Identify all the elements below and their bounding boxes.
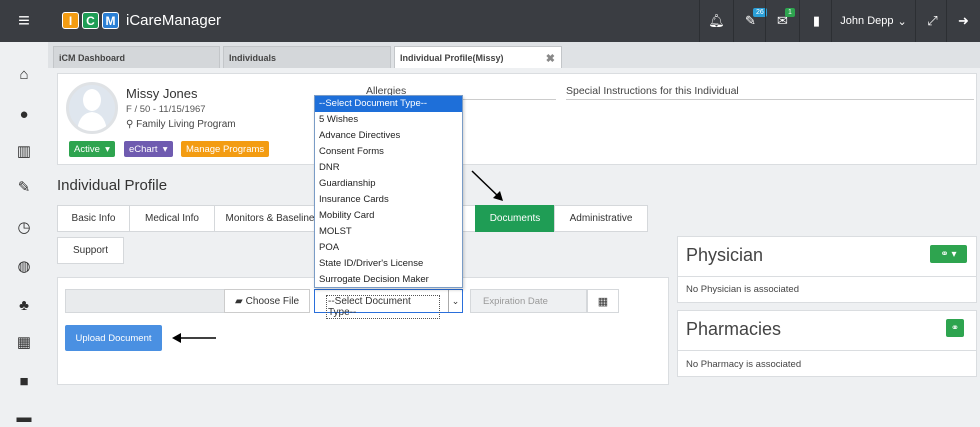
hamburger-menu-icon[interactable]: ≡ (0, 0, 48, 42)
special-instructions-label: Special Instructions for this Individual (566, 85, 974, 100)
user-name: John Depp (840, 15, 894, 27)
link-physician-button[interactable]: ⚭ ▾ (930, 245, 967, 263)
sidebar: ⌂ ● ▥ ✎ ◷ ◍ ♣ ▦ ■ ▬ (0, 42, 48, 427)
edit-icon[interactable]: ✎ (0, 177, 48, 197)
logout-icon[interactable]: ➜ (946, 0, 980, 42)
dropdown-option[interactable]: MOLST (315, 224, 462, 240)
upload-document-button[interactable]: Upload Document (65, 325, 162, 351)
choose-file-label: Choose File (245, 295, 300, 307)
chevron-down-icon: ⌄ (448, 290, 462, 312)
expiration-date-input[interactable]: Expiration Date (470, 289, 587, 313)
status-button[interactable]: Active ▾ (69, 141, 115, 157)
logo-letter-m: M (102, 12, 119, 29)
document-type-dropdown: --Select Document Type-- 5 Wishes Advanc… (314, 95, 463, 288)
manage-programs-button[interactable]: Manage Programs (181, 141, 270, 157)
program-name: Family Living Program (136, 119, 236, 130)
physician-title: Physician (686, 245, 764, 265)
expand-icon[interactable]: ⤢ (915, 0, 949, 42)
user-menu[interactable]: John Depp ⌄ (831, 0, 915, 42)
divider (678, 276, 976, 277)
physician-panel: Physician ⚭ ▾ No Physician is associated (677, 236, 977, 303)
app-logo[interactable]: I C M iCareManager (62, 12, 221, 29)
tab-medical-info[interactable]: Medical Info (129, 205, 215, 232)
file-name-input[interactable] (65, 289, 225, 313)
barcode-icon[interactable]: ▥ (0, 141, 48, 161)
sitemap-icon[interactable]: ♣ (0, 295, 48, 315)
chevron-down-icon: ⌄ (897, 15, 907, 28)
bell-icon[interactable]: 🔔︎ (699, 0, 733, 42)
dropdown-option[interactable]: DNR (315, 160, 462, 176)
link-icon: ⚭ (950, 322, 960, 334)
document-type-selected: --Select Document Type-- (326, 295, 440, 319)
avatar (66, 82, 118, 134)
tab-documents[interactable]: Documents (475, 205, 555, 232)
annotation-arrow-left (172, 333, 216, 343)
link-pharmacy-button[interactable]: ⚭ (946, 319, 964, 337)
logo-letter-i: I (62, 12, 79, 29)
tab-individual-profile-label: Individual Profile(Missy) (400, 53, 504, 63)
calendar-picker-icon[interactable]: ▦ (587, 289, 619, 313)
dropdown-option[interactable]: 5 Wishes (315, 112, 462, 128)
dropdown-option[interactable]: Surrogate Decision Maker (315, 272, 462, 288)
mail-icon[interactable]: ✉ 1 (765, 0, 799, 42)
dropdown-option[interactable]: State ID/Driver's License (315, 256, 462, 272)
pharmacies-title: Pharmacies (686, 319, 782, 339)
annotation-arrow-down (471, 170, 503, 201)
mail-badge: 1 (785, 8, 795, 17)
location-pin-icon: ⚲ (126, 119, 137, 130)
echart-label: eChart (129, 143, 158, 155)
choose-file-button[interactable]: ▰ Choose File (224, 289, 310, 313)
profile-name: Missy Jones (126, 86, 198, 101)
home-icon[interactable]: ⌂ (0, 64, 48, 84)
tab-administrative[interactable]: Administrative (554, 205, 648, 232)
tab-monitors-baseline[interactable]: Monitors & Baseline (214, 205, 326, 232)
tab-individuals[interactable]: Individuals (223, 46, 391, 68)
dropdown-option[interactable]: Mobility Card (315, 208, 462, 224)
top-navbar: ≡ I C M iCareManager 🔔︎ ✎ 26 ✉ 1 ▮ John De… (0, 0, 980, 42)
link-icon: ⚭ (940, 248, 949, 260)
dropdown-option[interactable]: Advance Directives (315, 128, 462, 144)
dropdown-option[interactable]: --Select Document Type-- (315, 96, 462, 112)
status-label: Active (74, 143, 100, 155)
folder-icon: ▰ (234, 295, 243, 307)
profile-info: F / 50 - 11/15/1967 (126, 104, 206, 115)
profile-header-card: Missy Jones F / 50 - 11/15/1967 ⚲ Family… (57, 73, 977, 165)
user-icon[interactable]: ● (0, 104, 48, 124)
tab-individual-profile[interactable]: Individual Profile(Missy) ✖ (394, 46, 562, 68)
tab-basic-info[interactable]: Basic Info (57, 205, 130, 232)
pharmacies-panel: Pharmacies ⚭ No Pharmacy is associated (677, 310, 977, 377)
logo-letter-c: C (82, 12, 99, 29)
person-silhouette-icon (77, 89, 107, 131)
clock-icon[interactable]: ◷ (0, 217, 48, 237)
app-name: iCareManager (126, 12, 222, 29)
echart-button[interactable]: eChart ▾ (124, 141, 173, 157)
divider (678, 350, 976, 351)
book-icon[interactable]: ▮ (799, 0, 833, 42)
page-title: Individual Profile (57, 177, 168, 194)
physician-empty-message: No Physician is associated (686, 284, 799, 295)
tab-icm-dashboard[interactable]: iCM Dashboard (53, 46, 220, 68)
document-type-select[interactable]: --Select Document Type-- ⌄ (314, 289, 463, 319)
pharmacies-empty-message: No Pharmacy is associated (686, 359, 802, 370)
briefcase-icon[interactable]: ▬ (0, 407, 48, 427)
tab-support[interactable]: Support (57, 237, 124, 264)
edit-notes-icon[interactable]: ✎ 26 (733, 0, 767, 42)
dropdown-option[interactable]: Insurance Cards (315, 192, 462, 208)
dropdown-option[interactable]: Guardianship (315, 176, 462, 192)
close-icon[interactable]: ✖ (546, 52, 555, 65)
dropdown-option[interactable]: POA (315, 240, 462, 256)
truck-icon[interactable]: ■ (0, 371, 48, 391)
dropdown-option[interactable]: Consent Forms (315, 144, 462, 160)
profile-program: ⚲ Family Living Program (126, 119, 236, 130)
globe-icon[interactable]: ◍ (0, 256, 48, 276)
window-tabs: iCM Dashboard Individuals Individual Pro… (48, 42, 980, 68)
calendar-icon[interactable]: ▦ (0, 332, 48, 352)
